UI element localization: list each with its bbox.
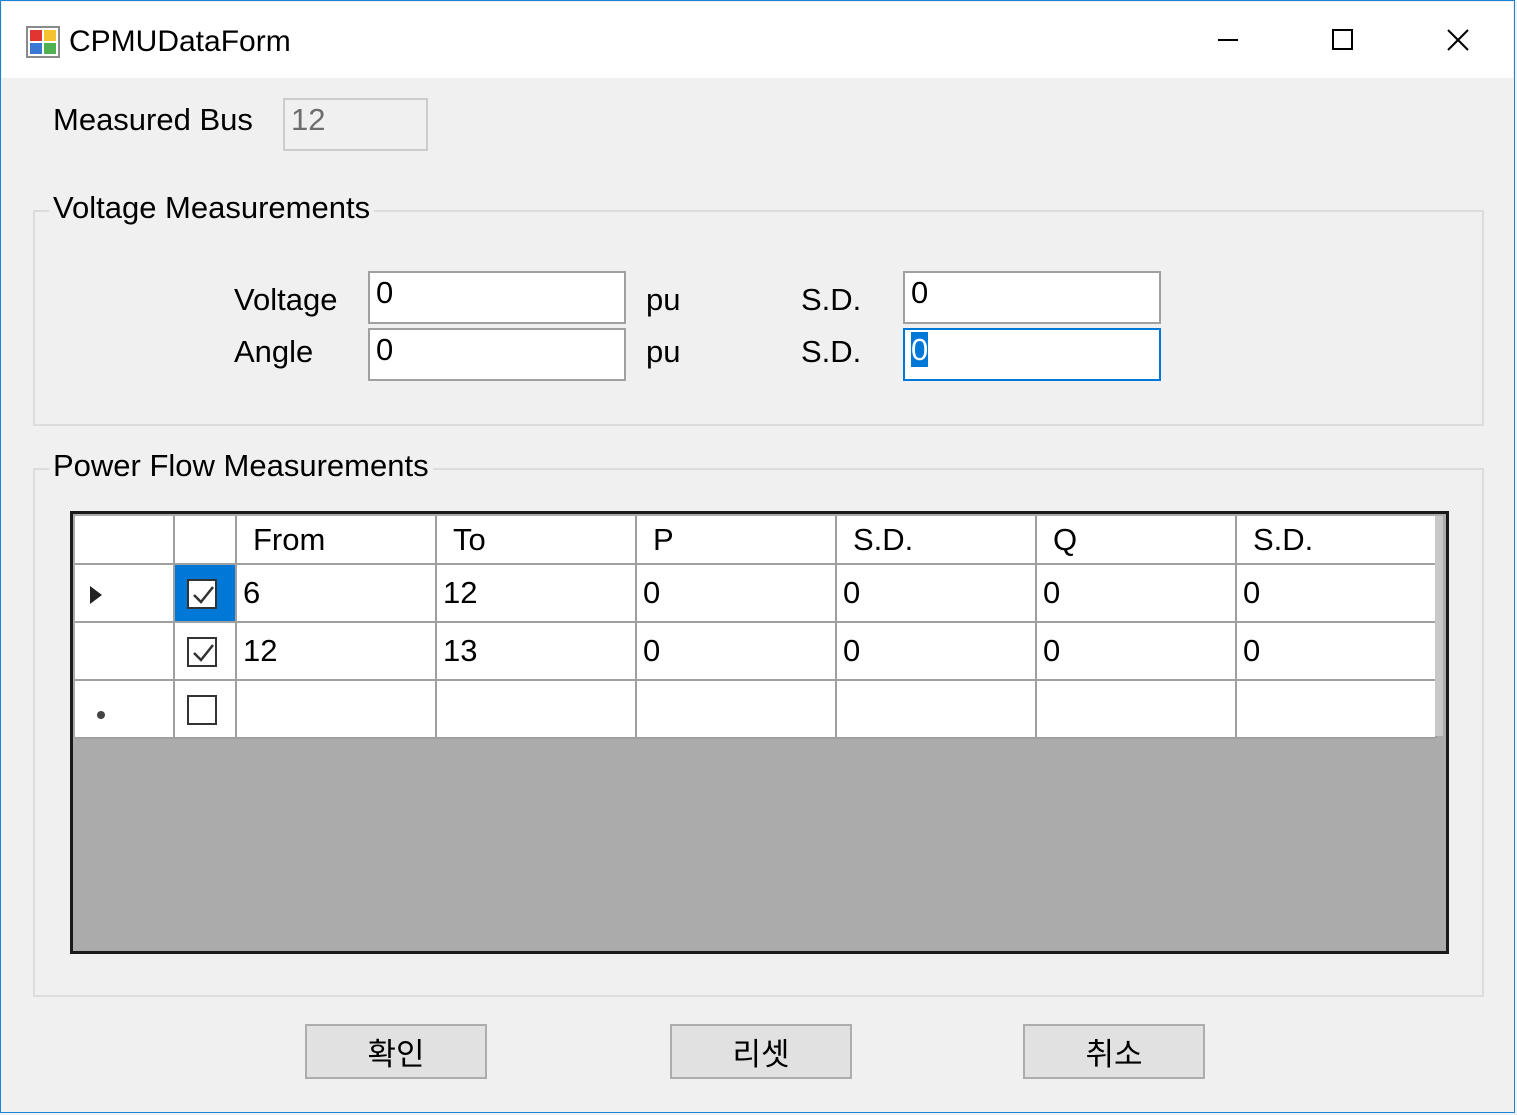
table-cell[interactable]: 12 xyxy=(237,623,437,681)
measured-bus-field[interactable]: 12 xyxy=(283,98,428,151)
voltage-group-title: Voltage Measurements xyxy=(49,190,375,226)
measured-bus-label: Measured Bus xyxy=(53,102,253,137)
column-header-p-sd[interactable]: S.D. xyxy=(837,516,1037,565)
column-header-q-sd[interactable]: S.D. xyxy=(1237,516,1437,565)
voltage-sd-label: S.D. xyxy=(801,282,862,317)
table-cell[interactable] xyxy=(1237,681,1437,739)
checkmark-icon xyxy=(193,586,214,604)
angle-label: Angle xyxy=(234,334,314,369)
voltage-measurements-group xyxy=(33,210,1484,426)
table-cell[interactable]: 0 xyxy=(1037,623,1237,681)
column-header-q[interactable]: Q xyxy=(1037,516,1237,565)
table-cell[interactable]: 0 xyxy=(1037,565,1237,623)
table-cell[interactable]: 6 xyxy=(237,565,437,623)
column-header-to[interactable]: To xyxy=(437,516,637,565)
checkmark-icon xyxy=(193,644,214,662)
checkbox-column-header[interactable] xyxy=(175,516,237,565)
power-flow-grid[interactable]: From To P S.D. Q S.D. 6 12 0 0 0 0 12 13… xyxy=(70,511,1449,954)
table-cell[interactable]: 13 xyxy=(437,623,637,681)
angle-sd-label: S.D. xyxy=(801,334,862,369)
power-flow-group-title: Power Flow Measurements xyxy=(49,448,433,484)
table-cell[interactable] xyxy=(1037,681,1237,739)
angle-input[interactable]: 0 xyxy=(368,328,626,381)
table-cell[interactable]: 0 xyxy=(637,565,837,623)
row-checkbox-cell[interactable] xyxy=(175,681,237,739)
window-title: CPMUDataForm xyxy=(69,25,291,58)
minimize-icon xyxy=(1217,39,1238,41)
table-cell[interactable] xyxy=(437,681,637,739)
title-bar[interactable]: CPMUDataForm xyxy=(2,2,1513,78)
table-cell[interactable] xyxy=(637,681,837,739)
table-cell[interactable]: 0 xyxy=(1237,565,1437,623)
column-header-from[interactable]: From xyxy=(237,516,437,565)
row-checkbox[interactable] xyxy=(187,695,217,725)
table-cell[interactable]: 0 xyxy=(637,623,837,681)
new-row-asterisk-icon xyxy=(97,711,105,719)
row-checkbox[interactable] xyxy=(187,637,217,667)
row-header[interactable] xyxy=(75,623,175,681)
table-cell[interactable]: 0 xyxy=(837,623,1037,681)
current-row-arrow-icon xyxy=(90,586,102,604)
column-header-p[interactable]: P xyxy=(637,516,837,565)
row-header-new[interactable] xyxy=(75,681,175,739)
minimize-button[interactable] xyxy=(1170,3,1285,77)
row-checkbox[interactable] xyxy=(187,579,217,609)
grid-scroll-edge xyxy=(1435,516,1443,736)
window: CPMUDataForm Measured Bus 12 Voltage Mea… xyxy=(0,0,1515,1113)
close-button[interactable] xyxy=(1400,3,1515,77)
cancel-button[interactable]: 취소 xyxy=(1023,1024,1205,1079)
row-checkbox-cell[interactable] xyxy=(175,565,237,623)
close-icon xyxy=(1446,29,1469,51)
form-app-icon xyxy=(26,26,60,58)
row-checkbox-cell[interactable] xyxy=(175,623,237,681)
angle-unit: pu xyxy=(646,334,681,369)
table-cell[interactable]: 12 xyxy=(437,565,637,623)
table-cell[interactable]: 0 xyxy=(837,565,1037,623)
maximize-icon xyxy=(1331,29,1353,50)
table-cell[interactable] xyxy=(837,681,1037,739)
angle-sd-input[interactable]: 0 xyxy=(903,328,1161,381)
table-cell[interactable] xyxy=(237,681,437,739)
table-cell[interactable]: 0 xyxy=(1237,623,1437,681)
voltage-input[interactable]: 0 xyxy=(368,271,626,324)
reset-button[interactable]: 리셋 xyxy=(670,1024,852,1079)
voltage-unit: pu xyxy=(646,282,681,317)
row-header-current[interactable] xyxy=(75,565,175,623)
angle-sd-selected-text: 0 xyxy=(911,332,929,367)
voltage-label: Voltage xyxy=(234,282,338,317)
maximize-button[interactable] xyxy=(1285,3,1400,77)
ok-button[interactable]: 확인 xyxy=(305,1024,487,1079)
grid-corner-header[interactable] xyxy=(75,516,175,565)
voltage-sd-input[interactable]: 0 xyxy=(903,271,1161,324)
